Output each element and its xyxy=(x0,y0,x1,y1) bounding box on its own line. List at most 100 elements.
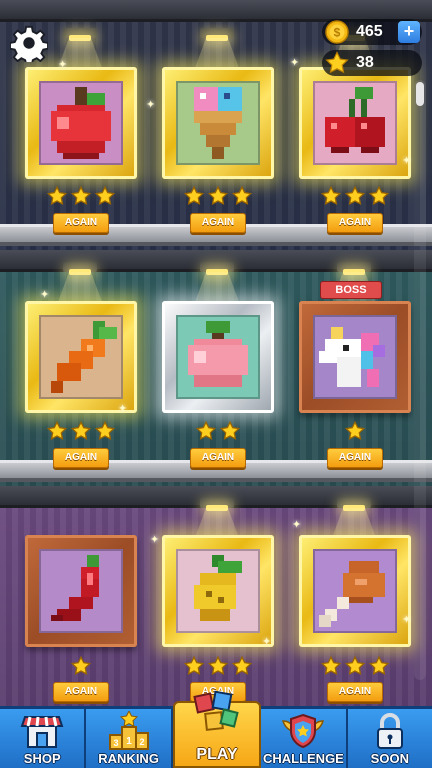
scrollbar[interactable] xyxy=(414,80,426,680)
artwork-pineapple[interactable] xyxy=(162,535,274,647)
sparkle-icon: ✦ xyxy=(402,155,412,167)
sparkle-icon: ✦ xyxy=(58,59,68,71)
star-icon xyxy=(71,186,91,206)
ceiling-lamp xyxy=(200,262,234,275)
artwork-ice-cream[interactable] xyxy=(162,67,274,179)
sparkle-icon: ✦ xyxy=(146,99,156,111)
nav-soon[interactable]: SOON xyxy=(348,709,432,768)
gear-icon xyxy=(9,25,49,66)
coin-counter: $ 465 + xyxy=(322,19,422,45)
star-icon xyxy=(345,656,365,676)
star-rating xyxy=(162,656,274,678)
sparkle-icon: ✦ xyxy=(118,403,128,415)
shield-wings-icon xyxy=(282,713,325,749)
bottom-nav: SHOP 1 3 2 RANKING PLAY CHALLENGE SOON xyxy=(0,690,432,768)
pixel-art-chili-pepper xyxy=(39,549,123,633)
star-icon xyxy=(71,421,91,441)
nav-shop[interactable]: SHOP xyxy=(0,709,87,768)
nav-challenge[interactable]: CHALLENGE xyxy=(261,709,348,768)
ceiling-lamp xyxy=(337,498,371,511)
star-rating xyxy=(25,656,137,678)
sparkle-icon: ✦ xyxy=(262,636,272,648)
star-counter: 38 xyxy=(322,50,422,76)
pixel-art-unicorn xyxy=(313,315,397,399)
nav-label: PLAY xyxy=(196,746,238,763)
boss-badge: BOSS xyxy=(320,281,382,299)
sparkle-icon: ✦ xyxy=(40,289,50,301)
nav-play[interactable]: PLAY xyxy=(172,690,262,768)
settings-button[interactable] xyxy=(9,24,49,66)
star-icon xyxy=(321,656,341,676)
pixel-art-drumstick xyxy=(313,549,397,633)
again-button[interactable]: AGAIN xyxy=(190,213,246,233)
podium-icon: 1 3 2 xyxy=(108,711,149,750)
pixel-art-pineapple xyxy=(176,549,260,633)
star-rating xyxy=(162,421,274,443)
star-icon xyxy=(184,656,204,676)
sparkle-icon: ✦ xyxy=(292,519,302,531)
sparkle-icon: ✦ xyxy=(150,534,160,546)
star-icon xyxy=(95,186,115,206)
artwork-carrot[interactable] xyxy=(25,301,137,413)
add-coins-button[interactable]: + xyxy=(398,21,420,43)
again-button[interactable]: AGAIN xyxy=(53,682,109,702)
star-icon xyxy=(232,656,252,676)
star-icon xyxy=(345,186,365,206)
star-rating xyxy=(162,186,274,208)
again-button[interactable]: AGAIN xyxy=(53,213,109,233)
svg-text:$: $ xyxy=(334,26,341,40)
nav-label: SHOP xyxy=(23,751,61,766)
star-icon xyxy=(47,421,67,441)
star-icon xyxy=(47,186,67,206)
ceiling-lamp xyxy=(200,28,234,41)
svg-text:3: 3 xyxy=(113,738,118,748)
again-button[interactable]: AGAIN xyxy=(327,448,383,468)
artwork-drumstick[interactable] xyxy=(299,535,411,647)
artwork-chili-pepper[interactable] xyxy=(25,535,137,647)
artwork-apple[interactable] xyxy=(25,67,137,179)
gallery[interactable]: BOSS AGAIN AGAIN AGAIN AGAIN AGAIN AGAIN… xyxy=(0,0,432,706)
star-rating xyxy=(299,656,411,678)
sparkle-icon: ✦ xyxy=(290,57,300,69)
artwork-cherries[interactable] xyxy=(299,67,411,179)
again-button[interactable]: AGAIN xyxy=(327,213,383,233)
svg-text:2: 2 xyxy=(139,737,144,747)
star-rating xyxy=(25,186,137,208)
ceiling-lamp xyxy=(200,498,234,511)
scrollbar-thumb[interactable] xyxy=(416,82,424,106)
star-icon xyxy=(95,421,115,441)
ceiling-lamp xyxy=(63,262,97,275)
ceiling-lamp xyxy=(337,262,371,275)
star-icon xyxy=(208,186,228,206)
star-rating xyxy=(25,421,137,443)
nav-label: SOON xyxy=(370,751,409,766)
pixel-art-cherries xyxy=(313,81,397,165)
pixel-art-apple xyxy=(39,81,123,165)
artwork-peach[interactable] xyxy=(162,301,274,413)
nav-label: CHALLENGE xyxy=(262,751,344,766)
pixel-art-peach xyxy=(176,315,260,399)
star-icon xyxy=(321,186,341,206)
dollar-coin-icon: $ xyxy=(325,20,349,44)
svg-text:1: 1 xyxy=(126,736,132,747)
shop-icon xyxy=(20,716,64,748)
again-button[interactable]: AGAIN xyxy=(190,448,246,468)
artwork-unicorn[interactable] xyxy=(299,301,411,413)
star-count: 38 xyxy=(356,54,374,71)
star-icon xyxy=(196,421,216,441)
nav-label: RANKING xyxy=(98,751,159,766)
star-icon xyxy=(369,656,389,676)
coin-count: 465 xyxy=(356,23,383,40)
star-icon xyxy=(184,186,204,206)
star-icon xyxy=(325,51,349,74)
star-rating xyxy=(299,186,411,208)
star-icon xyxy=(345,421,365,441)
pixel-art-carrot xyxy=(39,315,123,399)
sparkle-icon: ✦ xyxy=(402,614,412,626)
again-button[interactable]: AGAIN xyxy=(327,682,383,702)
star-icon xyxy=(232,186,252,206)
again-button[interactable]: AGAIN xyxy=(53,448,109,468)
blocks-icon xyxy=(193,690,239,731)
star-icon xyxy=(220,421,240,441)
nav-ranking[interactable]: 1 3 2 RANKING xyxy=(86,709,173,768)
